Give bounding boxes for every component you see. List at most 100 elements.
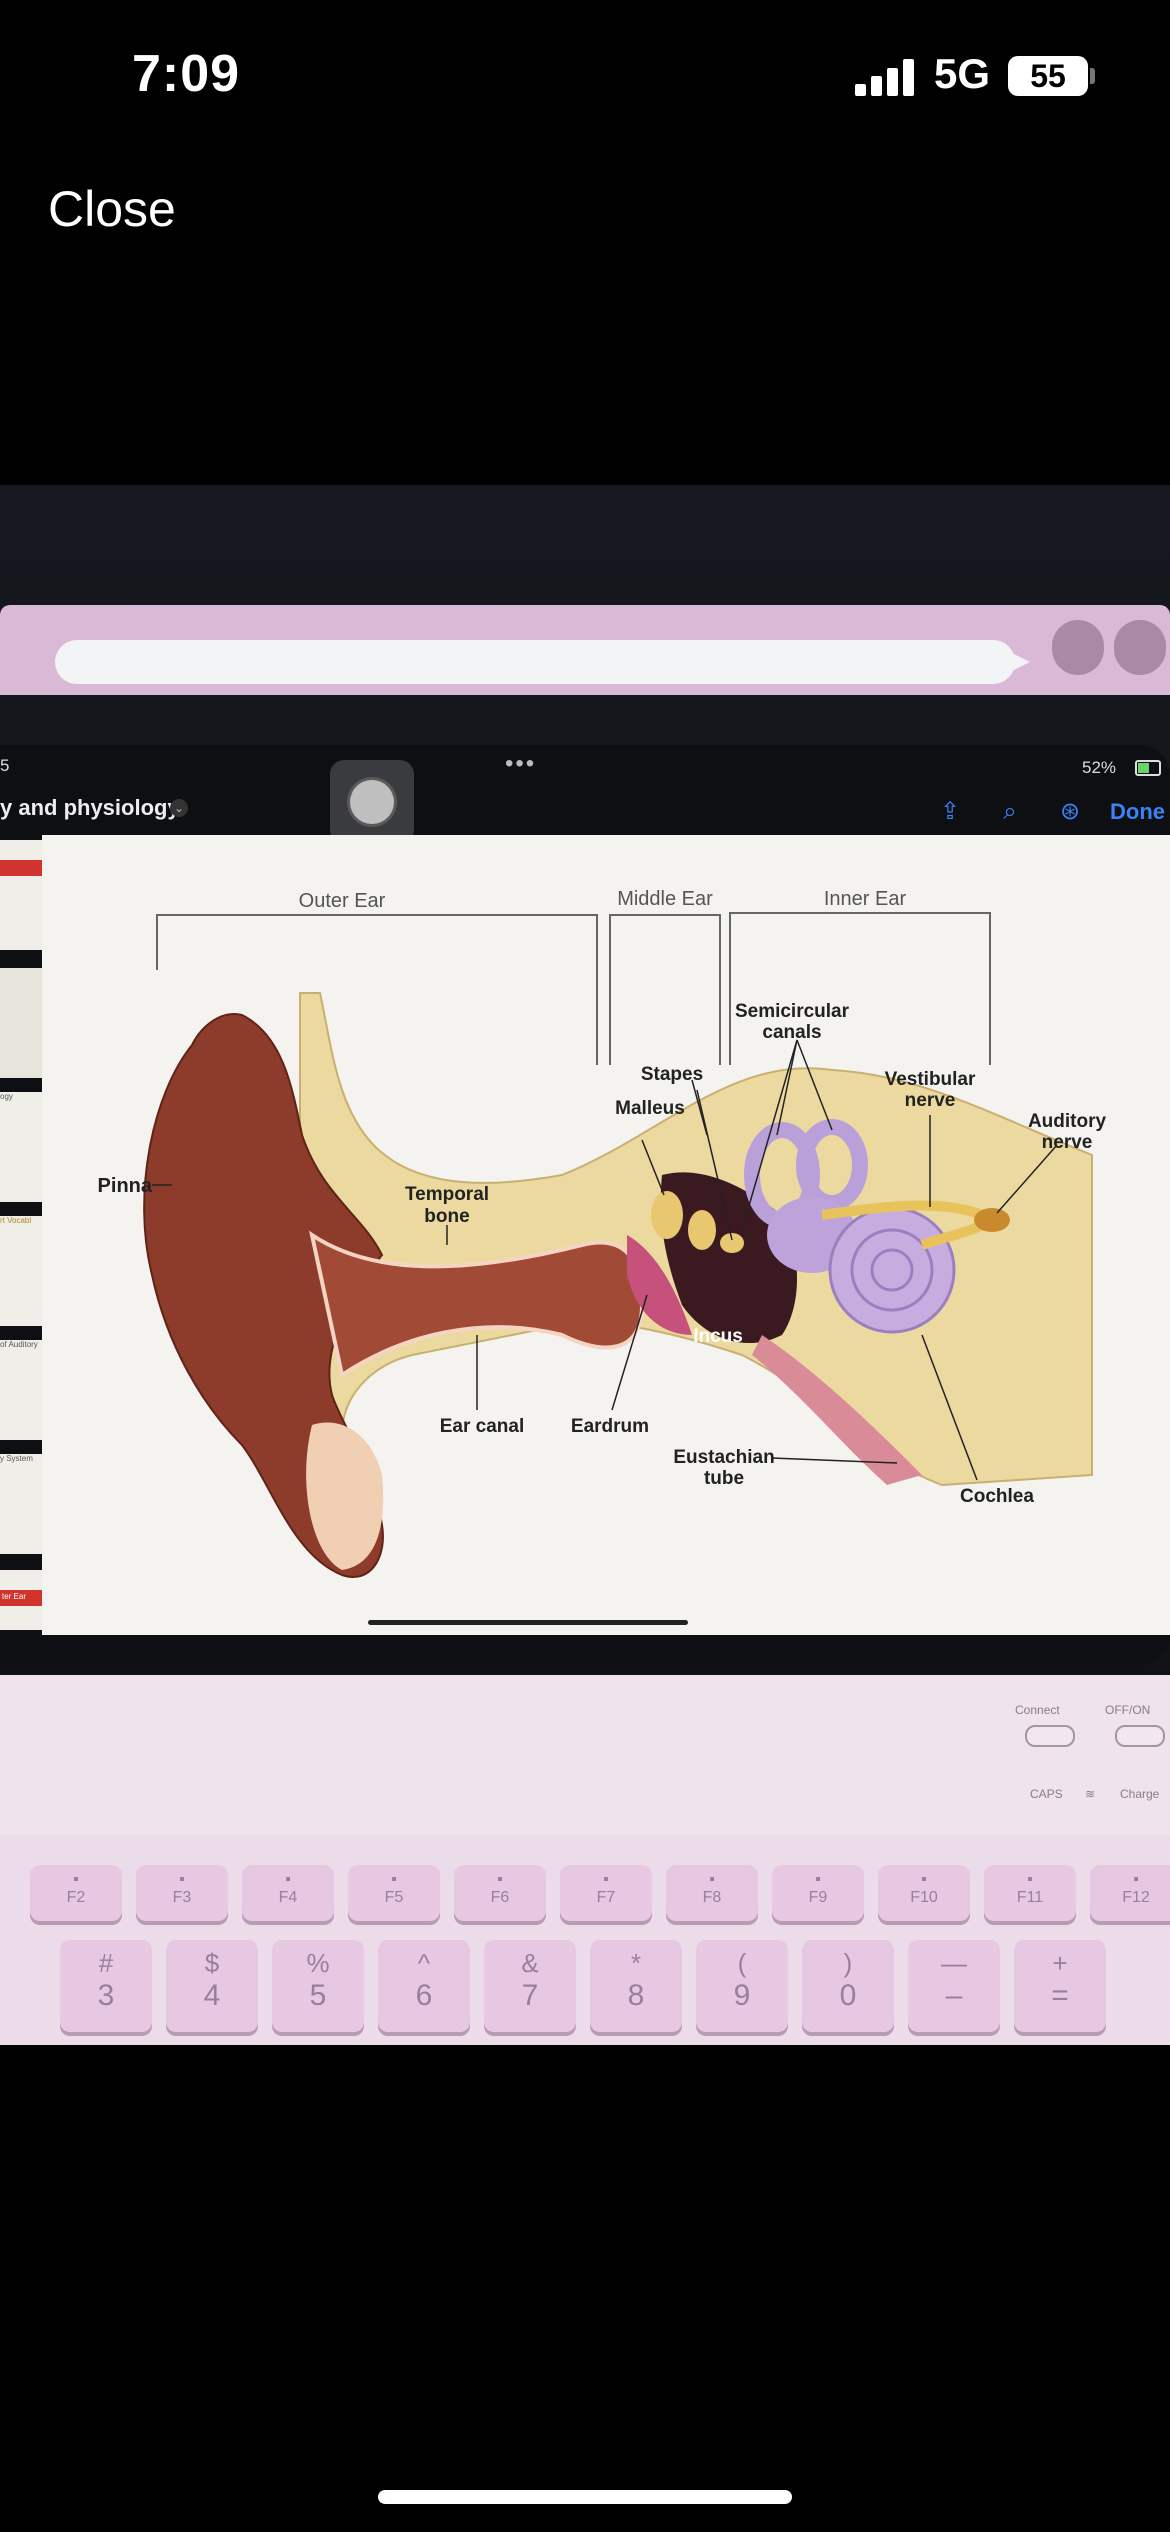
key-main-symbol: 7	[521, 1979, 539, 2012]
function-key[interactable]: ▪ F7	[560, 1865, 652, 1921]
number-key[interactable]: (9	[696, 1940, 788, 2032]
number-key[interactable]: + =	[1014, 1940, 1106, 2032]
key-shift-symbol: $	[204, 1948, 220, 1978]
function-key[interactable]: ▪ F4	[242, 1865, 334, 1921]
label-cochlea: Cochlea	[960, 1486, 1034, 1507]
connect-button[interactable]	[1025, 1725, 1075, 1747]
search-icon[interactable]: ⌕	[995, 797, 1025, 827]
key-main-symbol: 0	[839, 1979, 857, 2012]
function-key-label: F10	[910, 1889, 938, 1906]
number-key[interactable]: — –	[908, 1940, 1000, 2032]
cellular-signal-icon	[855, 58, 915, 96]
thumbnail-text: ogy	[0, 1092, 13, 1101]
function-key[interactable]: ▪ F2	[30, 1865, 122, 1921]
power-switch[interactable]	[1115, 1725, 1165, 1747]
label-semicircular-line1: Semicircular	[735, 1001, 850, 1022]
key-main-symbol: 6	[415, 1979, 433, 2012]
number-key[interactable]: $4	[166, 1940, 258, 2032]
key-shift-symbol: %	[306, 1948, 330, 1978]
function-key[interactable]: ▪ F6	[454, 1865, 546, 1921]
onoff-label: OFF/ON	[1105, 1703, 1151, 1717]
battery-level: 55	[1030, 58, 1066, 94]
done-button[interactable]: Done	[1110, 799, 1165, 825]
key-main-symbol: 5	[309, 1979, 327, 2012]
label-semicircular-line2: canals	[762, 1022, 821, 1043]
key-shift-symbol: +	[1052, 1948, 1068, 1978]
header-inner-ear: Inner Ear	[824, 888, 907, 910]
key-main-symbol: =	[1051, 1979, 1069, 2012]
label-temporal-bone-line2: bone	[424, 1206, 469, 1227]
function-key-label: F7	[596, 1889, 616, 1906]
key-main-symbol: 4	[203, 1979, 221, 2012]
key-shift-symbol: —	[941, 1948, 967, 1978]
label-eardrum: Eardrum	[571, 1416, 649, 1437]
ipad-home-indicator[interactable]	[368, 1620, 688, 1625]
thumbnail-text: ter Ear	[2, 1592, 27, 1601]
malleus-shape	[651, 1191, 683, 1239]
markup-icon[interactable]: ⊛	[1055, 797, 1085, 827]
label-eustachian-line1: Eustachian	[673, 1447, 774, 1468]
number-key[interactable]: ^ 6	[378, 1940, 470, 2032]
ear-anatomy-diagram: Outer Ear Middle Ear Inner Ear Pinna Tem…	[98, 888, 1106, 1578]
key-shift-symbol: *	[630, 1948, 642, 1978]
ipad-status-bar: 5 ••• 52%	[0, 750, 1170, 790]
close-button[interactable]: Close	[48, 180, 176, 238]
ipad-battery-percent: 52%	[1082, 758, 1117, 777]
function-key[interactable]: ▪ F10	[878, 1865, 970, 1921]
network-type: 5G	[934, 50, 991, 97]
apple-pencil	[55, 640, 1015, 684]
function-key-icon: ▪	[391, 1871, 397, 1888]
multitask-dots-icon[interactable]: •••	[505, 750, 536, 778]
function-key-icon: ▪	[815, 1871, 821, 1888]
key-main-symbol: 3	[97, 1979, 115, 2012]
label-eustachian-line2: tube	[704, 1468, 744, 1489]
stapes-shape	[720, 1233, 744, 1253]
number-key[interactable]: % 5	[272, 1940, 364, 2032]
photo: 5 ••• 52% y and physiology ⌄ ⇪ ⌕ ⊛ Done …	[0, 485, 1170, 2045]
label-stapes: Stapes	[641, 1064, 703, 1085]
thumbnail-text: y System	[0, 1454, 33, 1463]
number-key[interactable]: ) 0	[802, 1940, 894, 2032]
key-shift-symbol: (	[737, 1948, 747, 1978]
header-outer-ear: Outer Ear	[299, 890, 386, 912]
key-shift-symbol: &	[521, 1948, 539, 1978]
label-pinna: Pinna	[98, 1175, 153, 1197]
document-title[interactable]: y and physiology	[0, 795, 180, 821]
function-key[interactable]: ▪ F11	[984, 1865, 1076, 1921]
ipad-battery-icon	[1135, 760, 1161, 776]
function-key-label: F4	[278, 1889, 298, 1906]
function-key-label: F12	[1122, 1889, 1150, 1906]
function-key-icon: ▪	[285, 1871, 291, 1888]
function-key[interactable]: ▪ F3	[136, 1865, 228, 1921]
key-shift-symbol: #	[98, 1948, 114, 1978]
status-time: 7:09	[132, 45, 241, 103]
thumbnail-text: of Auditory	[0, 1340, 38, 1349]
key-shift-symbol: ^	[417, 1948, 431, 1978]
key-shift-symbol: )	[843, 1948, 853, 1978]
function-key-label: F6	[490, 1889, 510, 1906]
function-key-icon: ▪	[497, 1871, 503, 1888]
ipad-status-left: 5	[0, 756, 10, 775]
share-icon[interactable]: ⇪	[935, 797, 965, 827]
function-key-icon: ▪	[603, 1871, 609, 1888]
function-key[interactable]: ▪ F5	[348, 1865, 440, 1921]
label-auditory-line2: nerve	[1042, 1132, 1093, 1153]
key-main-symbol: 9	[733, 1979, 751, 2012]
function-key[interactable]: ▪ F12	[1090, 1865, 1170, 1921]
function-key[interactable]: ▪ F9	[772, 1865, 864, 1921]
cochlea-shape	[828, 1206, 956, 1334]
chevron-down-icon[interactable]: ⌄	[170, 799, 188, 817]
number-key[interactable]: * 8	[590, 1940, 682, 2032]
number-key[interactable]: #3	[60, 1940, 152, 2032]
label-ear-canal: Ear canal	[440, 1416, 525, 1437]
screen-record-button[interactable]	[330, 760, 414, 844]
label-malleus: Malleus	[615, 1098, 685, 1119]
function-key[interactable]: ▪ F8	[666, 1865, 758, 1921]
thumbnail-text: rt Vocabl	[0, 1216, 32, 1225]
label-vestibular-line2: nerve	[905, 1090, 956, 1111]
function-key-label: F3	[172, 1889, 192, 1906]
label-temporal-bone-line1: Temporal	[405, 1184, 489, 1205]
home-indicator[interactable]	[378, 2490, 792, 2504]
keyboard-top-panel: Connect OFF/ON CAPS ≋ Charge	[0, 1675, 1170, 1835]
number-key[interactable]: & 7	[484, 1940, 576, 2032]
